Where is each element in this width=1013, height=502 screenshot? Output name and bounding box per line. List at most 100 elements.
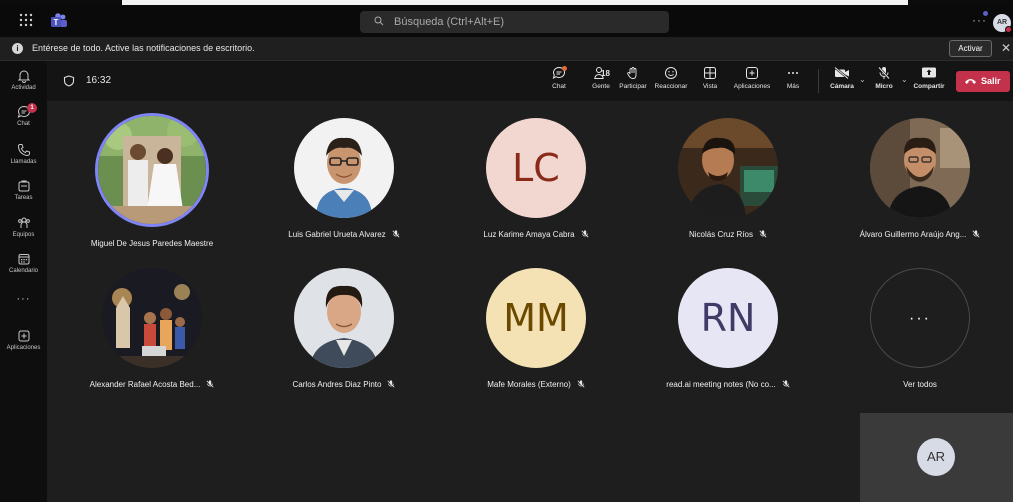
participant-initials: RN [700,296,756,340]
rail-more-icon[interactable]: ··· [0,293,47,305]
more-label: Más [786,83,800,90]
participant-tile[interactable]: Alexander Rafael Acosta Bed... [57,268,247,390]
rail-item-calls[interactable]: Llamadas [0,143,47,165]
participant-tile[interactable]: Luis Gabriel Urueta Alvarez [249,118,439,240]
leave-button[interactable]: Salir [956,71,1010,92]
mic-label: Micro [875,83,893,90]
people-label: Gente [592,83,610,90]
view-all-tile[interactable]: ··· Ver todos [825,268,1013,389]
mic-button[interactable]: Micro [873,66,895,90]
notification-message: Entérese de todo. Active las notificacio… [32,43,255,53]
man-glasses-photo [294,118,394,218]
man-suit-photo [294,268,394,368]
add-app-icon [746,67,758,79]
participant-tile[interactable]: RN read.ai meeting notes (No co... [633,268,823,390]
bell-icon [17,70,30,83]
participant-name: Luz Karime Amaya Cabra [441,230,631,240]
participant-photo [294,118,394,218]
self-avatar: AR [917,438,955,476]
rail-item-teams[interactable]: Equipos [0,216,47,238]
notification-banner: i Entérese de todo. Active las notificac… [0,37,1013,61]
muted-mic-icon [581,230,589,240]
participant-photo [102,268,202,368]
view-button[interactable]: Vista [699,66,721,90]
rail-item-activity[interactable]: Actividad [0,69,47,91]
participant-tile[interactable]: Nicolás Cruz Ríos [633,118,823,240]
search-placeholder: Búsqueda (Ctrl+Alt+E) [394,16,505,28]
chat-label: Chat [552,83,566,90]
chat-unread-badge: 1 [27,103,37,113]
wedding-photo [98,116,206,224]
meeting-toolbar: 16:32 Chat 18 Gente Participar Reacciona… [47,61,1013,101]
participant-tile[interactable]: MM Mafe Morales (Externo) [441,268,631,390]
rail-label-apps: Aplicaciones [6,345,41,351]
presence-badge [1005,26,1012,33]
rail-item-apps[interactable]: Aplicaciones [0,329,47,351]
activate-notifications-button[interactable]: Activar [949,40,992,57]
share-button[interactable]: Compartir [912,66,946,90]
app-launcher-icon[interactable] [18,13,34,29]
account-avatar[interactable]: AR [993,14,1012,33]
participant-name: Carlos Andres Diaz Pinto [249,380,439,390]
man-beard-photo [870,118,970,218]
participant-tile[interactable]: Miguel De Jesus Paredes Maestre [57,113,247,248]
chat-button[interactable]: Chat [547,66,571,90]
family-night-photo [102,268,202,368]
participant-tile[interactable]: Carlos Andres Diaz Pinto [249,268,439,390]
rail-item-calendar[interactable]: Calendario [0,252,47,274]
participant-initials-avatar: MM [486,268,586,368]
raise-hand-button[interactable]: Participar [616,66,650,90]
react-button[interactable]: Reaccionar [652,66,690,90]
search-icon [374,16,384,26]
account-initials: AR [996,19,1008,26]
participant-initials-avatar: RN [678,268,778,368]
teams-icon [17,217,30,228]
emoji-icon [665,67,677,79]
chat-notification-dot [562,66,567,71]
rail-item-chat[interactable]: 1 Chat [0,103,47,127]
self-view[interactable]: AR [860,413,1013,502]
rail-label-teams: Equipos [12,232,35,238]
raise-hand-label: Participar [619,83,647,90]
participant-initials-avatar: LC [486,118,586,218]
muted-mic-icon [782,380,790,390]
participant-initials: MM [503,296,569,340]
participant-photo [95,113,209,227]
share-label: Compartir [913,83,945,90]
more-icon [788,72,798,74]
hand-icon [627,67,637,79]
share-screen-icon [922,67,936,78]
camera-button[interactable]: Cámara [828,66,856,90]
status-dot [983,11,988,16]
apps-label: Aplicaciones [733,83,771,90]
people-count: 18 [601,69,610,78]
calendar-icon [18,254,29,265]
more-button[interactable]: Más [783,66,803,90]
muted-mic-icon [972,230,980,240]
app-rail: Actividad 1 Chat Llamadas Tareas Equipos… [0,61,47,502]
participant-photo [294,268,394,368]
apps-button[interactable]: Aplicaciones [730,66,774,90]
hang-up-icon [965,79,976,84]
close-icon[interactable]: ✕ [1001,41,1011,55]
people-button[interactable]: 18 Gente [582,66,620,90]
muted-mic-icon [206,380,214,390]
apps-icon [18,330,29,342]
participant-name: Nicolás Cruz Ríos [633,230,823,240]
rail-label-chat: Chat [17,121,30,127]
rail-item-tasks[interactable]: Tareas [0,179,47,201]
participant-name: Álvaro Guillermo Araújo Ang... [825,230,1013,240]
participant-tile[interactable]: Álvaro Guillermo Araújo Ang... [825,118,1013,240]
rail-label-tasks: Tareas [14,195,33,201]
camera-options-chevron-icon[interactable]: ⌄ [859,75,866,84]
info-icon: i [12,43,23,54]
teams-logo-icon: T [51,13,67,27]
muted-mic-icon [387,380,395,390]
participant-tile[interactable]: LC Luz Karime Amaya Cabra [441,118,631,240]
participant-photo [870,118,970,218]
camera-label: Cámara [830,83,854,90]
tasks-icon [18,180,29,192]
mic-options-chevron-icon[interactable]: ⌄ [901,75,908,84]
mic-off-icon [878,66,890,80]
search-input[interactable]: Búsqueda (Ctrl+Alt+E) [360,11,669,33]
